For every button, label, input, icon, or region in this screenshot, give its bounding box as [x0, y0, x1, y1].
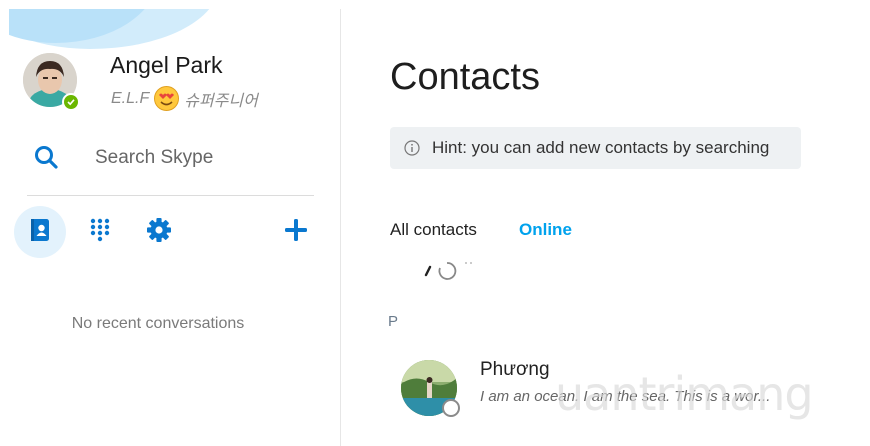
contacts-icon: [28, 217, 52, 248]
tab-all-contacts[interactable]: All contacts: [390, 220, 477, 240]
search-label: Search Skype: [95, 147, 214, 168]
info-icon: [404, 140, 420, 156]
sidebar: Angel Park E.L.F 슈퍼주니어 Search Skype No r…: [9, 9, 341, 446]
sidebar-nav: [9, 203, 340, 261]
dialpad-icon: [89, 217, 111, 248]
offline-status-icon: [442, 399, 460, 417]
contacts-panel: Contacts Hint: you can add new contacts …: [341, 9, 870, 446]
sidebar-divider: [27, 195, 314, 196]
watermark: uantrimang: [555, 367, 814, 421]
hint-text: Hint: you can add new contacts by search…: [432, 138, 770, 157]
plus-icon: [283, 217, 309, 248]
search-icon: [33, 144, 61, 172]
dialpad-button[interactable]: [74, 206, 126, 258]
hint-banner: Hint: you can add new contacts by search…: [390, 127, 801, 169]
contact-name: Phương: [480, 359, 550, 380]
page-title: Contacts: [390, 56, 540, 98]
profile-name[interactable]: Angel Park: [110, 52, 223, 79]
no-recent-conversations: No recent conversations: [71, 315, 245, 332]
online-status-icon: [62, 93, 80, 111]
profile-mood[interactable]: E.L.F 슈퍼주니어: [111, 85, 258, 112]
gear-icon: [146, 217, 172, 248]
search-skype[interactable]: Search Skype: [33, 141, 313, 175]
add-button[interactable]: [270, 206, 322, 258]
mood-prefix: E.L.F: [111, 89, 150, 107]
settings-button[interactable]: [133, 206, 185, 258]
group-letter: P: [388, 313, 399, 330]
skype-window: Angel Park E.L.F 슈퍼주니어 Search Skype No r…: [9, 9, 870, 446]
contacts-tab-button[interactable]: [14, 206, 66, 258]
heart-eyes-emoji-icon: [153, 85, 180, 112]
tab-online[interactable]: Online: [519, 220, 572, 240]
loading-spinner-icon: [420, 259, 480, 281]
mood-suffix: 슈퍼주니어: [184, 92, 258, 110]
